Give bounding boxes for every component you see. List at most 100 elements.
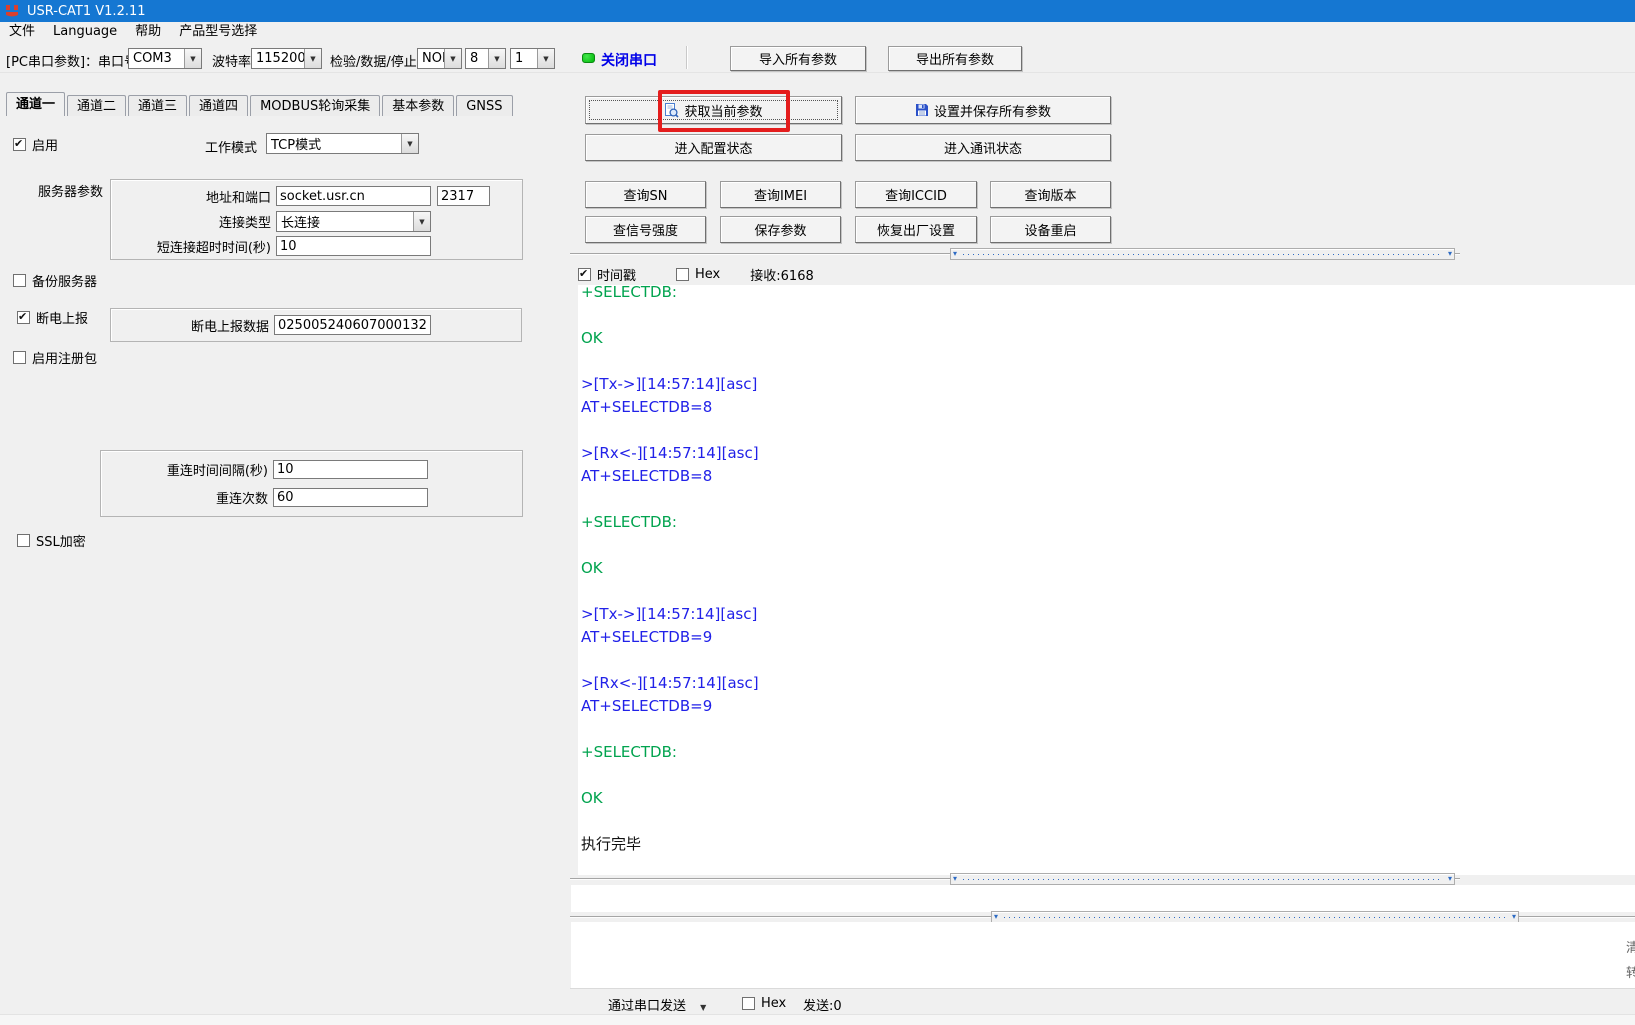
set-save-all-params-button[interactable]: 设置并保存所有参数 <box>855 96 1111 124</box>
log-line <box>581 534 1635 557</box>
power-data-input[interactable] <box>274 315 431 335</box>
query-iccid-button[interactable]: 查询ICCID <box>855 181 977 208</box>
log-line: AT+SELECTDB=9 <box>581 695 1635 718</box>
timestamp-checkbox[interactable] <box>578 268 591 281</box>
tx-hex-checkbox-row[interactable]: Hex <box>742 996 786 1011</box>
log-line: +SELECTDB: <box>581 741 1635 764</box>
receive-count: 接收:6168 <box>750 265 813 284</box>
chevron-down-icon[interactable]: ▼ <box>304 49 321 68</box>
conn-type-select[interactable]: 长连接 ▼ <box>276 211 431 232</box>
baud-select[interactable]: 115200 ▼ <box>251 48 322 69</box>
backup-server-label: 备份服务器 <box>32 271 97 290</box>
log-line: >[Rx<-][14:57:14][asc] <box>581 672 1635 695</box>
reconnect-interval-input[interactable] <box>273 460 428 479</box>
app-logo-icon <box>5 4 20 18</box>
toolbar-separator <box>686 46 688 69</box>
databits-select[interactable]: 8 ▼ <box>465 48 506 69</box>
server-group-label: 服务器参数 <box>38 181 103 200</box>
send-preview-pane[interactable] <box>571 885 1635 912</box>
tab-4[interactable]: MODBUS轮询采集 <box>250 95 380 116</box>
register-pack-checkbox-row[interactable]: 启用注册包 <box>13 348 97 367</box>
query-version-button[interactable]: 查询版本 <box>990 181 1111 208</box>
close-port-button[interactable]: 关闭串口 <box>601 50 657 70</box>
query-imei-button[interactable]: 查询IMEI <box>720 181 841 208</box>
send-mode-dropdown[interactable]: 通过串口发送 ▼ <box>608 995 706 1014</box>
splitter-handle[interactable]: ▾ ▾ <box>950 873 1455 885</box>
log-line: 执行完毕 <box>581 833 1635 856</box>
tab-5[interactable]: 基本参数 <box>382 95 454 116</box>
tab-6[interactable]: GNSS <box>456 95 512 116</box>
conn-type-label: 连接类型 <box>111 212 276 231</box>
chevron-down-icon[interactable]: ▼ <box>401 134 418 153</box>
chevron-down-icon[interactable]: ▼ <box>184 49 201 68</box>
enter-comm-state-button[interactable]: 进入通讯状态 <box>855 134 1111 161</box>
work-mode-select[interactable]: TCP模式 ▼ <box>266 133 419 154</box>
stopbits-select[interactable]: 1 ▼ <box>510 48 555 69</box>
get-current-params-button[interactable]: 获取当前参数 <box>585 96 842 124</box>
parity-select[interactable]: NONI ▼ <box>417 48 462 69</box>
tab-1[interactable]: 通道二 <box>67 95 126 116</box>
receive-log[interactable]: +SELECTDB: OK >[Tx->][14:57:14][asc]AT+S… <box>578 285 1635 875</box>
server-port-input[interactable] <box>437 186 490 206</box>
menu-item-2[interactable]: 帮助 <box>126 22 170 42</box>
device-reboot-button[interactable]: 设备重启 <box>990 216 1111 243</box>
menu-item-1[interactable]: Language <box>44 22 126 42</box>
tab-2[interactable]: 通道三 <box>128 95 187 116</box>
save-params-button[interactable]: 保存参数 <box>720 216 841 243</box>
dump-tab-label[interactable]: 转 <box>1626 961 1635 986</box>
title-bar[interactable]: USR-CAT1 V1.2.11 <box>0 0 1635 22</box>
chevron-down-icon[interactable]: ▼ <box>537 49 554 68</box>
ssl-checkbox-row[interactable]: SSL加密 <box>17 531 86 550</box>
splitter-arrow-icon: ▾ <box>1510 913 1518 921</box>
chevron-down-icon: ▼ <box>700 1003 706 1012</box>
power-report-checkbox[interactable] <box>17 311 30 324</box>
clear-tab-label[interactable]: 清 <box>1626 936 1635 961</box>
log-line: >[Tx->][14:57:14][asc] <box>581 373 1635 396</box>
tab-0[interactable]: 通道一 <box>6 92 65 116</box>
enter-config-state-button[interactable]: 进入配置状态 <box>585 134 842 161</box>
receive-log-lines: +SELECTDB: OK >[Tx->][14:57:14][asc]AT+S… <box>581 285 1635 856</box>
chevron-down-icon[interactable]: ▼ <box>488 49 505 68</box>
query-signal-button[interactable]: 查信号强度 <box>585 216 706 243</box>
log-line <box>581 350 1635 373</box>
chevron-down-icon[interactable]: ▼ <box>444 49 461 68</box>
reconnect-times-input[interactable] <box>273 488 428 507</box>
doc-search-icon <box>664 103 679 118</box>
splitter-arrow-icon: ▾ <box>951 875 959 883</box>
import-params-button[interactable]: 导入所有参数 <box>730 46 866 71</box>
menu-item-3[interactable]: 产品型号选择 <box>170 22 266 42</box>
com-port-select[interactable]: COM3 ▼ <box>128 48 202 69</box>
send-bar: 通过串口发送 ▼ Hex 发送:0 <box>570 988 1635 1015</box>
edge-side-tabs[interactable]: 清 转 <box>1626 936 1635 990</box>
server-address-input[interactable] <box>276 186 431 206</box>
log-line: AT+SELECTDB=8 <box>581 465 1635 488</box>
ssl-checkbox[interactable] <box>17 534 30 547</box>
chevron-down-icon[interactable]: ▼ <box>413 212 430 231</box>
enable-checkbox[interactable] <box>13 138 26 151</box>
menu-item-0[interactable]: 文件 <box>0 22 44 42</box>
enable-checkbox-row[interactable]: 启用 <box>13 135 58 154</box>
query-sn-button[interactable]: 查询SN <box>585 181 706 208</box>
backup-server-checkbox[interactable] <box>13 274 26 287</box>
short-timeout-input[interactable] <box>276 236 431 256</box>
floppy-save-icon <box>915 103 929 117</box>
tab-3[interactable]: 通道四 <box>189 95 248 116</box>
export-params-button[interactable]: 导出所有参数 <box>888 46 1022 71</box>
backup-server-checkbox-row[interactable]: 备份服务器 <box>13 271 97 290</box>
framing-label: 检验/数据/停止 <box>330 51 417 70</box>
rx-hex-checkbox[interactable] <box>676 268 689 281</box>
menu-bar: 文件Language帮助产品型号选择 <box>0 22 1635 42</box>
server-params-groupbox: 地址和端口 连接类型 长连接 ▼ 短连接超时时间(秒) <box>110 179 523 260</box>
ssl-label: SSL加密 <box>36 531 86 550</box>
log-line <box>581 649 1635 672</box>
tx-hex-checkbox[interactable] <box>742 997 755 1010</box>
send-input-area[interactable] <box>571 922 1635 988</box>
register-pack-checkbox[interactable] <box>13 351 26 364</box>
enable-label: 启用 <box>32 135 58 154</box>
factory-reset-button[interactable]: 恢复出厂设置 <box>855 216 977 243</box>
splitter-arrow-icon: ▾ <box>1446 875 1454 883</box>
reconnect-groupbox: 重连时间间隔(秒) 重连次数 <box>100 450 523 517</box>
power-data-label: 断电上报数据 <box>111 316 274 335</box>
power-report-checkbox-row[interactable]: 断电上报 <box>17 308 88 327</box>
splitter-handle[interactable]: ▾ ▾ <box>950 248 1455 260</box>
